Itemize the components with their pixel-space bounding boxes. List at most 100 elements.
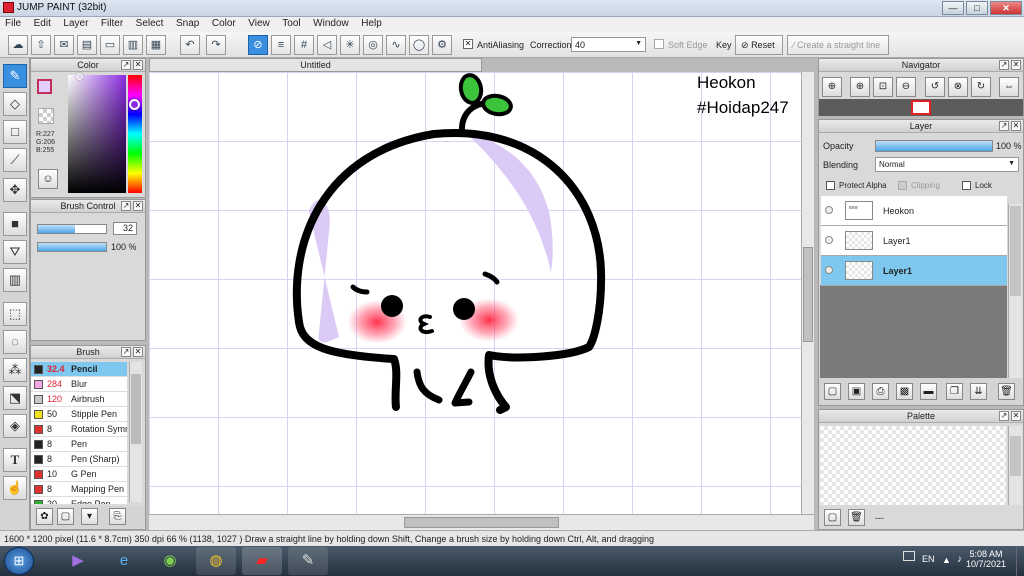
navigator-viewport[interactable] <box>911 100 931 115</box>
page-icon[interactable]: ▥ <box>123 35 143 55</box>
canvas-area[interactable]: Heokon #Hoidap247 <box>149 72 814 530</box>
menu-snap[interactable]: Snap <box>171 17 204 30</box>
menu-filter[interactable]: Filter <box>96 17 128 30</box>
brush-item-pencil[interactable]: 32.4 Pencil <box>31 362 127 377</box>
coc-coc-browser-icon[interactable]: ◉ <box>150 547 190 575</box>
line-tool-icon[interactable]: ⟋ <box>3 148 27 172</box>
snap-perspective-icon[interactable]: ◁ <box>317 35 337 55</box>
brush-size-field[interactable]: 32 <box>113 222 137 235</box>
straight-line-button[interactable]: ∕ Create a straight line <box>787 35 889 55</box>
palette-swatch-area[interactable] <box>820 426 1006 505</box>
primary-color-swatch[interactable] <box>37 79 52 94</box>
menu-select[interactable]: Select <box>131 17 169 30</box>
gradient-tool-icon[interactable]: ▥ <box>3 268 27 292</box>
jump-paint-taskbar-icon[interactable]: ▰ <box>242 547 282 575</box>
antialiasing-checkbox[interactable]: ✕ <box>463 39 473 49</box>
select-eraser-tool-icon[interactable]: ◈ <box>3 414 27 438</box>
palette-icon[interactable]: ☺ <box>38 169 58 189</box>
palette-scrollbar[interactable] <box>1008 426 1022 505</box>
protect-alpha-checkbox[interactable] <box>826 181 835 190</box>
snap-grid-icon[interactable]: # <box>294 35 314 55</box>
snap-parallel-icon[interactable]: ≡ <box>271 35 291 55</box>
saturation-value-picker[interactable] <box>68 75 126 193</box>
close-button[interactable]: ✕ <box>990 1 1022 15</box>
layer-list-scrollbar[interactable] <box>1008 204 1022 379</box>
snap-off-icon[interactable]: ⊘ <box>248 35 268 55</box>
soft-edge-checkbox[interactable] <box>654 39 664 49</box>
close-icon[interactable]: ✕ <box>1011 411 1021 421</box>
snap-radial-icon[interactable]: ✳ <box>340 35 360 55</box>
menu-help[interactable]: Help <box>356 17 387 30</box>
float-icon[interactable]: ↗ <box>121 201 131 211</box>
redo-icon[interactable]: ↷ <box>206 35 226 55</box>
brush-import-icon[interactable]: ⎘ <box>109 508 126 525</box>
float-icon[interactable]: ↗ <box>121 60 131 70</box>
upload-icon[interactable]: ⇧ <box>31 35 51 55</box>
new-raster-layer-icon[interactable]: ▣ <box>848 383 865 400</box>
visibility-icon[interactable] <box>825 266 833 274</box>
menu-file[interactable]: File <box>0 17 26 30</box>
new-tone-layer-icon[interactable]: ▩ <box>896 383 913 400</box>
palette-scroll-thumb[interactable] <box>1010 436 1021 476</box>
brush-settings-icon[interactable]: ✿ <box>36 508 53 525</box>
lock-checkbox[interactable] <box>962 181 971 190</box>
layer-row-layer1-selected[interactable]: Layer1 <box>821 256 1007 286</box>
navigator-preview[interactable] <box>819 99 1023 116</box>
float-icon[interactable]: ↗ <box>999 60 1009 70</box>
hue-slider[interactable] <box>128 75 142 193</box>
correction-select[interactable]: 40 ▼ <box>571 37 646 52</box>
pen-tool-icon[interactable]: ✎ <box>3 64 27 88</box>
canvas-horizontal-scrollbar[interactable] <box>149 514 814 530</box>
grid-layout-icon[interactable]: ▦ <box>146 35 166 55</box>
maximize-button[interactable]: □ <box>966 1 988 15</box>
undo-icon[interactable]: ↶ <box>180 35 200 55</box>
layer-row-layer1[interactable]: Layer1 <box>821 226 1007 256</box>
transparent-color-swatch[interactable] <box>38 108 54 124</box>
volume-icon[interactable]: ♪ <box>957 554 962 565</box>
new-palette-icon[interactable]: ▢ <box>824 509 841 526</box>
visual-studio-icon[interactable]: ▶ <box>58 547 98 575</box>
brush-item-stipple-pen[interactable]: 50 Stipple Pen <box>31 407 127 422</box>
visibility-icon[interactable] <box>825 206 833 214</box>
minimize-button[interactable]: — <box>942 1 964 15</box>
brush-item-edge-pen[interactable]: 20 Edge Pen <box>31 497 127 505</box>
tray-arrow-icon[interactable]: ▲ <box>942 555 951 565</box>
zoom-fit-icon[interactable]: ⊕ <box>822 77 842 97</box>
flip-horizontal-icon[interactable]: ⇔ <box>999 77 1019 97</box>
bucket-tool-icon[interactable]: ⛛ <box>3 240 27 264</box>
rotate-reset-icon[interactable]: ⊗ <box>948 77 968 97</box>
brush-item-rotation-symm[interactable]: 8 Rotation Symm <box>31 422 127 437</box>
fill-rect-tool-icon[interactable]: ■ <box>3 212 27 236</box>
rect-select-tool-icon[interactable]: ⬚ <box>3 302 27 326</box>
horizontal-scroll-thumb[interactable] <box>404 517 559 528</box>
menu-layer[interactable]: Layer <box>58 17 93 30</box>
rotate-left-icon[interactable]: ↺ <box>925 77 945 97</box>
float-icon[interactable]: ↗ <box>999 411 1009 421</box>
rectangle-tool-icon[interactable]: □ <box>3 120 27 144</box>
blending-select[interactable]: Normal ▼ <box>875 157 1019 172</box>
merge-layer-icon[interactable]: ⇊ <box>970 383 987 400</box>
menu-tool[interactable]: Tool <box>277 17 305 30</box>
brush-item-pen-sharp[interactable]: 8 Pen (Sharp) <box>31 452 127 467</box>
new-brush-icon[interactable]: ▢ <box>57 508 74 525</box>
rotate-right-icon[interactable]: ↻ <box>971 77 991 97</box>
snap-circle-icon[interactable]: ◎ <box>363 35 383 55</box>
speech-icon[interactable]: ▤ <box>77 35 97 55</box>
layer-opacity-slider[interactable] <box>875 140 993 152</box>
chrome-icon[interactable]: ◍ <box>196 547 236 575</box>
close-icon[interactable]: ✕ <box>1011 60 1021 70</box>
new-layer-icon[interactable]: ▢ <box>824 383 841 400</box>
reset-button[interactable]: ⊘ Reset <box>735 35 783 55</box>
brush-list-scroll-thumb[interactable] <box>131 374 141 444</box>
vertical-scroll-thumb[interactable] <box>803 247 813 342</box>
eraser-tool-icon[interactable]: ◇ <box>3 92 27 116</box>
close-icon[interactable]: ✕ <box>133 60 143 70</box>
cloud-icon[interactable]: ☁ <box>8 35 28 55</box>
brush-item-mapping-pen[interactable]: 8 Mapping Pen <box>31 482 127 497</box>
comment-icon[interactable]: ✉ <box>54 35 74 55</box>
snap-curve-icon[interactable]: ∿ <box>386 35 406 55</box>
show-desktop-button[interactable] <box>1016 546 1024 576</box>
snap-ellipse-icon[interactable]: ◯ <box>409 35 429 55</box>
tab-untitled[interactable]: Untitled <box>149 58 482 72</box>
color-picker-handle[interactable] <box>76 73 83 80</box>
